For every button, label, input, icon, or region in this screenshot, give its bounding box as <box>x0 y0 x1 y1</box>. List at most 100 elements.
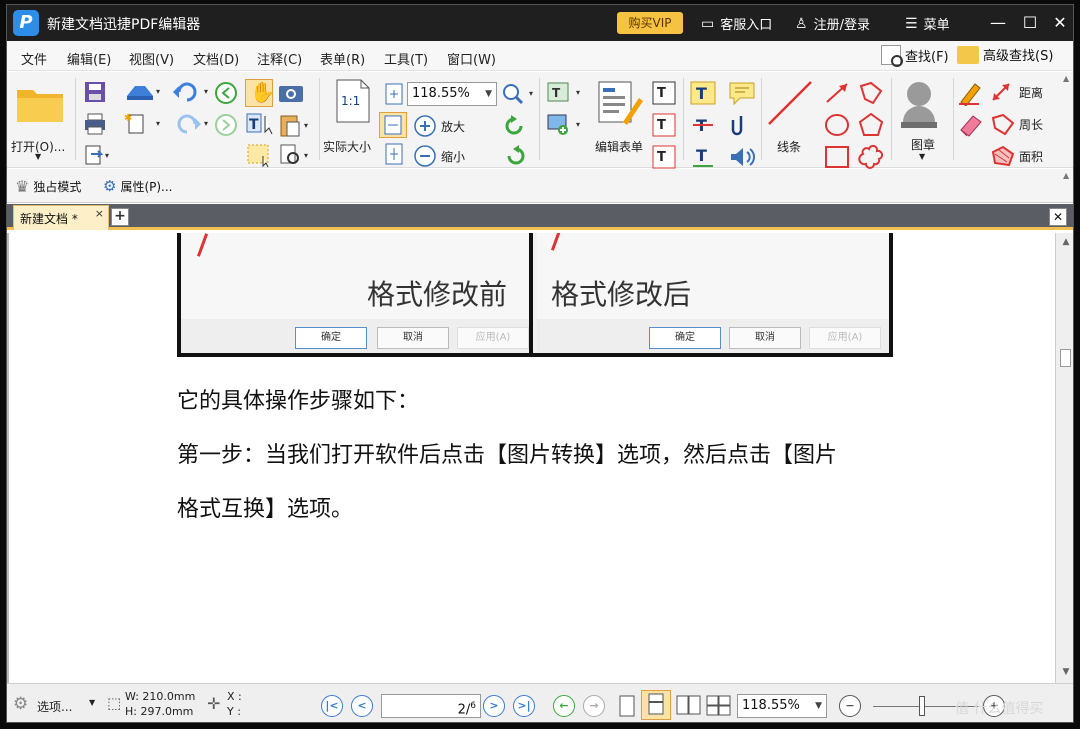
actual-size-button[interactable]: 1:1 实际大小 <box>323 78 385 158</box>
back-icon[interactable] <box>213 80 239 106</box>
page-number-input[interactable]: 2/6 <box>381 694 481 718</box>
attachment-icon[interactable] <box>727 112 757 138</box>
title-bar: P 新建文档迅捷PDF编辑器 购买VIP ▭ 客服入口 ♙ 注册/登录 ☰ 菜单… <box>7 5 1073 41</box>
fit-page-icon[interactable] <box>383 82 405 106</box>
pencil-icon[interactable] <box>957 80 985 106</box>
continuous-page-button[interactable] <box>641 690 671 720</box>
save-icon[interactable] <box>83 80 107 104</box>
next-page-button[interactable]: > <box>483 695 505 717</box>
snapshot-icon[interactable] <box>277 80 305 106</box>
add-text-box-icon[interactable]: T ▾ <box>545 80 585 106</box>
quickbar-collapse-icon[interactable]: ▲ <box>1063 171 1069 180</box>
customer-service-button[interactable]: ▭ 客服入口 <box>701 14 772 34</box>
text-comment-icon[interactable]: T <box>651 112 677 138</box>
ribbon-zoom-select[interactable]: 118.55% ▼ <box>407 82 497 106</box>
buy-vip-button[interactable]: 购买VIP <box>617 12 683 34</box>
login-button[interactable]: ♙ 注册/登录 <box>795 14 870 34</box>
vertical-scrollbar[interactable]: ▲ ▼ <box>1055 233 1073 683</box>
advanced-find-button[interactable]: 高级查找(S) <box>957 45 1053 64</box>
print-icon[interactable] <box>83 112 107 136</box>
line-tool-button[interactable]: 线条 <box>765 78 819 158</box>
history-forward-button[interactable]: → <box>583 695 605 717</box>
zoom-in-button[interactable]: 放大 <box>413 114 473 138</box>
zoom-tool-icon[interactable]: ▾ <box>501 82 541 106</box>
polyline-icon[interactable] <box>857 80 887 106</box>
tab-new-document[interactable]: 新建文档 * × <box>13 205 109 230</box>
underline-icon[interactable]: T <box>689 144 717 170</box>
perimeter-button[interactable]: 周长 <box>989 112 1059 136</box>
two-page-icon[interactable] <box>675 694 703 718</box>
polygon-icon[interactable] <box>857 112 887 138</box>
find-button[interactable]: 查找(F) <box>881 45 949 67</box>
single-page-icon[interactable] <box>617 694 637 718</box>
close-all-tabs-button[interactable]: ✕ <box>1049 208 1067 226</box>
close-window-button[interactable]: ✕ <box>1045 11 1073 35</box>
typewriter-icon[interactable]: T <box>689 80 717 106</box>
new-document-icon[interactable]: ✱ ▾ <box>123 112 163 136</box>
undo-icon[interactable]: ▾ <box>171 80 211 104</box>
properties-button[interactable]: ⚙ 属性(P)... <box>103 177 173 195</box>
add-tab-button[interactable]: + <box>111 208 129 226</box>
menu-comment[interactable]: 注释(C) <box>257 49 302 68</box>
rectangle-icon[interactable] <box>823 144 853 170</box>
first-page-button[interactable]: |< <box>321 695 343 717</box>
sound-icon[interactable] <box>727 144 757 170</box>
statusbar-zoom-select[interactable]: 118.55% ▼ <box>737 694 827 718</box>
rotate-right-icon[interactable] <box>503 144 527 168</box>
last-page-button[interactable]: >| <box>513 695 535 717</box>
menu-edit[interactable]: 编辑(E) <box>67 49 111 68</box>
zoom-slider-thumb[interactable] <box>919 696 925 716</box>
menu-form[interactable]: 表单(R) <box>320 49 365 68</box>
fit-visible-icon[interactable] <box>383 142 405 166</box>
exclusive-mode-button[interactable]: ♛ 独占模式 <box>15 177 81 196</box>
edit-form-button[interactable]: 编辑表单 <box>589 78 649 158</box>
area-button[interactable]: 面积 <box>989 144 1059 168</box>
menu-button[interactable]: ☰ 菜单 <box>905 14 950 34</box>
scan-icon[interactable]: ▾ <box>123 80 163 104</box>
note-icon[interactable] <box>727 80 757 106</box>
eraser-icon[interactable] <box>957 112 985 138</box>
prev-page-button[interactable]: < <box>351 695 373 717</box>
ribbon-collapse-icon[interactable]: ▲ <box>1063 74 1069 83</box>
strikeout-icon[interactable]: T <box>689 112 717 138</box>
insert-text-icon[interactable]: T <box>651 144 677 170</box>
scroll-up-icon[interactable]: ▲ <box>1060 237 1072 249</box>
paste-icon[interactable]: ▾ <box>277 112 313 138</box>
document-view[interactable]: 格式修改前 确定 取消 应用(A) 格式修改后 确定 取消 应用(A) 它的具体… <box>7 233 1055 683</box>
tab-close-icon[interactable]: × <box>95 207 104 220</box>
history-back-button[interactable]: ← <box>553 695 575 717</box>
menu-file[interactable]: 文件 <box>21 49 47 68</box>
redo-icon[interactable]: ▾ <box>171 112 211 136</box>
minimize-button[interactable]: — <box>983 11 1013 35</box>
export-icon[interactable]: ▾ <box>83 144 113 168</box>
open-button[interactable]: 打开(O)... ▼ <box>11 76 71 164</box>
select-area-icon[interactable] <box>245 142 275 168</box>
two-page-continuous-icon[interactable] <box>705 694 733 718</box>
zoom-out-button[interactable]: 缩小 <box>413 144 473 168</box>
menu-tools[interactable]: 工具(T) <box>384 49 428 68</box>
arrow-icon[interactable] <box>823 80 853 106</box>
hand-tool-button[interactable]: ✋ <box>245 79 275 107</box>
menu-window[interactable]: 窗口(W) <box>447 49 496 68</box>
select-text-icon[interactable]: T <box>245 112 275 138</box>
text-field-icon[interactable]: T <box>651 80 677 106</box>
add-image-icon[interactable]: ▾ <box>545 112 585 138</box>
forward-icon[interactable] <box>213 112 239 138</box>
caption-after: 格式修改后 <box>551 278 692 311</box>
maximize-button[interactable]: ☐ <box>1015 11 1045 35</box>
zoom-out-status-button[interactable]: − <box>839 695 861 717</box>
options-button[interactable]: ⚙ 选项... ▼ <box>13 694 99 716</box>
ellipse-icon[interactable] <box>823 112 853 138</box>
chevron-down-icon: ▼ <box>815 701 822 711</box>
fit-width-button[interactable] <box>379 112 407 138</box>
scroll-thumb[interactable] <box>1060 349 1071 367</box>
cloud-icon[interactable] <box>857 144 887 170</box>
distance-button[interactable]: 距离 <box>989 80 1059 104</box>
scroll-down-icon[interactable]: ▼ <box>1060 667 1072 679</box>
app-window: P 新建文档迅捷PDF编辑器 购买VIP ▭ 客服入口 ♙ 注册/登录 ☰ 菜单… <box>6 4 1074 723</box>
menu-view[interactable]: 视图(V) <box>129 49 174 68</box>
menu-document[interactable]: 文档(D) <box>193 49 239 68</box>
find-replace-icon[interactable]: ▾ <box>277 142 313 168</box>
rotate-left-icon[interactable] <box>503 114 527 138</box>
stamp-button[interactable]: 图章 ▼ <box>895 78 951 162</box>
